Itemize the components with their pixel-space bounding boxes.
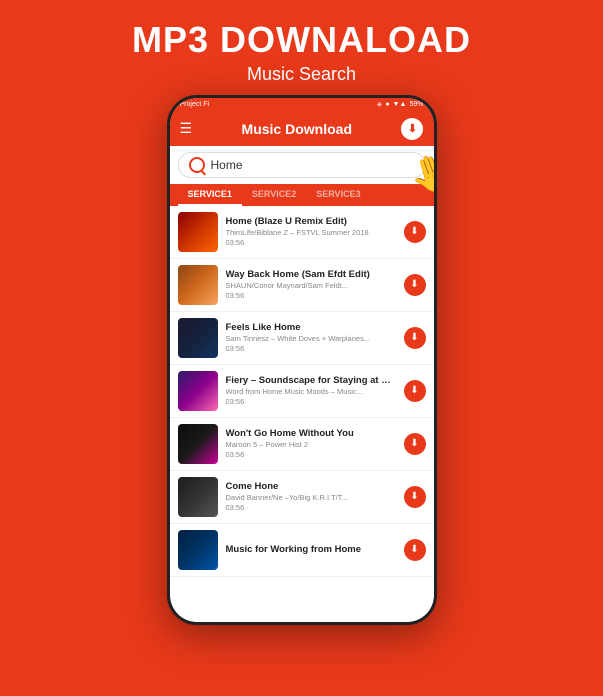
- song-duration: 03:56: [226, 238, 396, 247]
- top-nav: ☰ Music Download ⬇: [170, 112, 434, 146]
- download-nav-icon: ⬇: [408, 122, 417, 135]
- battery-icon: 59%: [409, 101, 423, 108]
- song-download-button[interactable]: ⬇: [404, 221, 426, 243]
- download-icon: ⬇: [410, 544, 418, 555]
- tab-service3[interactable]: SERVICE3: [306, 184, 370, 206]
- search-icon: [189, 157, 205, 173]
- header-section: MP3 DOWNALOAD Music Search: [0, 0, 603, 95]
- song-title: Feels Like Home: [226, 322, 396, 333]
- song-info: Feels Like Home Sam Tinnesz – White Dove…: [226, 322, 396, 353]
- phone-device: Project Fi ✳ ● ▼▲ 59% ☰ Music Download ⬇…: [167, 95, 437, 625]
- status-bar: Project Fi ✳ ● ▼▲ 59%: [170, 98, 434, 112]
- song-thumbnail: [178, 477, 218, 517]
- song-duration: 03:56: [226, 503, 396, 512]
- song-item: Music for Working from Home ⬇: [170, 524, 434, 577]
- song-duration: 03:56: [226, 291, 396, 300]
- song-thumbnail: [178, 212, 218, 252]
- phone-screen: Project Fi ✳ ● ▼▲ 59% ☰ Music Download ⬇…: [170, 98, 434, 622]
- song-artist: David Banner/Ne –Yo/Big K.R.I.T/T...: [226, 493, 396, 502]
- song-thumbnail: [178, 530, 218, 570]
- tabs-bar: SERVICE1 SERVICE2 SERVICE3: [170, 184, 434, 206]
- song-info: Fiery – Soundscape for Staying at Home W…: [226, 375, 396, 406]
- song-duration: 03:56: [226, 450, 396, 459]
- song-item: Fiery – Soundscape for Staying at Home W…: [170, 365, 434, 418]
- song-artist: ThimLife/Biblane Z – FSTVL Summer 2018: [226, 228, 396, 237]
- song-download-button[interactable]: ⬇: [404, 433, 426, 455]
- song-artist: Sam Tinnesz – White Doves + Warplanes...: [226, 334, 396, 343]
- data-icon: ●: [385, 101, 389, 108]
- song-info: Way Back Home (Sam Efdt Edit) SHAUN/Cono…: [226, 269, 396, 300]
- download-icon: ⬇: [410, 226, 418, 237]
- wifi-icon: ▼▲: [393, 101, 407, 108]
- song-download-button[interactable]: ⬇: [404, 327, 426, 349]
- download-icon: ⬇: [410, 279, 418, 290]
- song-artist: SHAUN/Conor Maynard/Sam Feldt...: [226, 281, 396, 290]
- tab-service1[interactable]: SERVICE1: [178, 184, 242, 206]
- main-title: MP3 DOWNALOAD: [20, 20, 583, 60]
- song-thumbnail: [178, 265, 218, 305]
- song-title: Won't Go Home Without You: [226, 428, 396, 439]
- song-item: Way Back Home (Sam Efdt Edit) SHAUN/Cono…: [170, 259, 434, 312]
- song-info: Come Hone David Banner/Ne –Yo/Big K.R.I.…: [226, 481, 396, 512]
- song-info: Music for Working from Home: [226, 544, 396, 555]
- song-duration: 03:56: [226, 397, 396, 406]
- song-item: Home (Blaze U Remix Edit) ThimLife/Bibla…: [170, 206, 434, 259]
- song-thumbnail: [178, 318, 218, 358]
- sub-title: Music Search: [20, 64, 583, 85]
- song-info: Home (Blaze U Remix Edit) ThimLife/Bibla…: [226, 216, 396, 247]
- download-icon: ⬇: [410, 491, 418, 502]
- song-download-button[interactable]: ⬇: [404, 486, 426, 508]
- song-item: Won't Go Home Without You Maroon 5 – Pow…: [170, 418, 434, 471]
- search-input[interactable]: Home: [211, 158, 243, 172]
- song-info: Won't Go Home Without You Maroon 5 – Pow…: [226, 428, 396, 459]
- song-artist: Maroon 5 – Power Hist 2: [226, 440, 396, 449]
- song-title: Music for Working from Home: [226, 544, 396, 555]
- song-item: Feels Like Home Sam Tinnesz – White Dove…: [170, 312, 434, 365]
- search-bar[interactable]: Home: [178, 152, 426, 178]
- bluetooth-icon: ✳: [377, 101, 383, 109]
- download-icon: ⬇: [410, 332, 418, 343]
- status-icons: ✳ ● ▼▲ 59%: [377, 101, 424, 109]
- song-title: Fiery – Soundscape for Staying at Home: [226, 375, 396, 386]
- song-thumbnail: [178, 371, 218, 411]
- song-duration: 03:56: [226, 344, 396, 353]
- download-nav-button[interactable]: ⬇: [401, 118, 423, 140]
- song-title: Way Back Home (Sam Efdt Edit): [226, 269, 396, 280]
- carrier-text: Project Fi: [180, 101, 210, 108]
- download-icon: ⬇: [410, 438, 418, 449]
- song-download-button[interactable]: ⬇: [404, 539, 426, 561]
- song-title: Come Hone: [226, 481, 396, 492]
- song-thumbnail: [178, 424, 218, 464]
- hamburger-icon[interactable]: ☰: [180, 120, 193, 137]
- download-icon: ⬇: [410, 385, 418, 396]
- song-title: Home (Blaze U Remix Edit): [226, 216, 396, 227]
- song-download-button[interactable]: ⬇: [404, 274, 426, 296]
- song-artist: Word from Home Music Moods – Music...: [226, 387, 396, 396]
- tab-service2[interactable]: SERVICE2: [242, 184, 306, 206]
- song-download-button[interactable]: ⬇: [404, 380, 426, 402]
- nav-title: Music Download: [242, 121, 352, 137]
- song-list: Home (Blaze U Remix Edit) ThimLife/Bibla…: [170, 206, 434, 622]
- song-item: Come Hone David Banner/Ne –Yo/Big K.R.I.…: [170, 471, 434, 524]
